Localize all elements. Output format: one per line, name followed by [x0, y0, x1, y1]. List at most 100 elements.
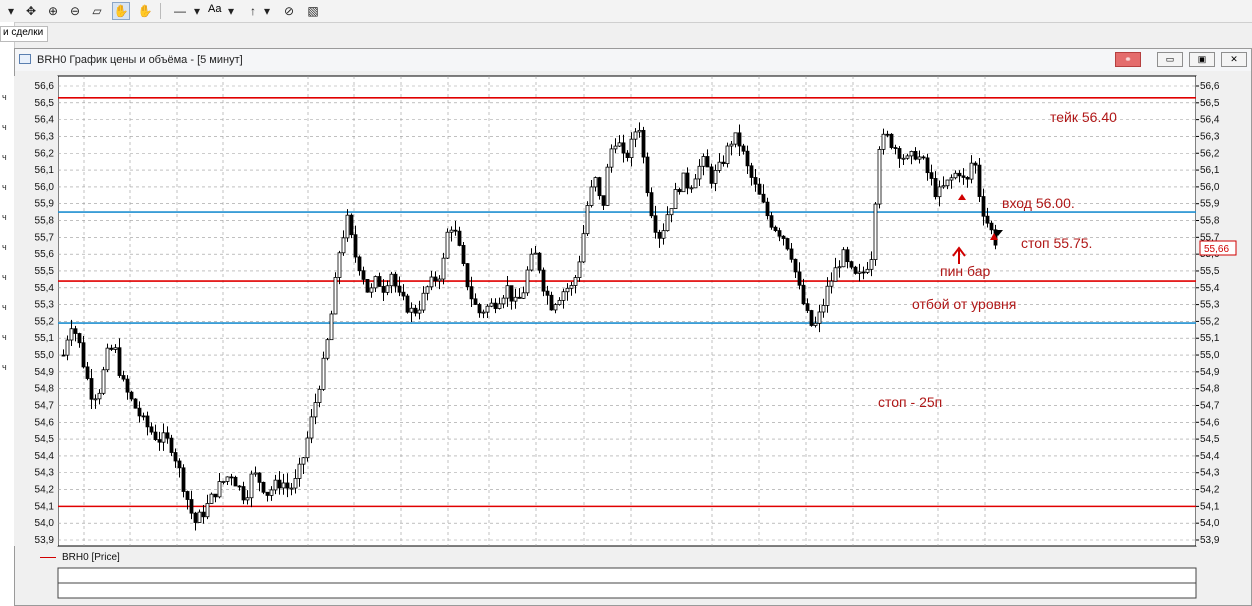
candle-body	[817, 311, 822, 324]
candle-body	[197, 511, 202, 523]
candle-body	[317, 388, 322, 403]
y-tick-label-right: 54,8	[1200, 384, 1220, 395]
candle-body	[641, 129, 646, 158]
candle-body	[141, 415, 146, 418]
y-tick-label-right: 54,5	[1200, 434, 1220, 445]
candle-body	[613, 145, 618, 150]
date-axis-row	[57, 582, 1197, 599]
candle-body	[109, 347, 114, 350]
y-tick-label-left: 54,8	[35, 384, 55, 395]
candle-body	[689, 187, 694, 190]
y-tick-label-right: 56,0	[1200, 182, 1220, 193]
candle-body	[461, 245, 466, 264]
candle-body	[165, 432, 170, 439]
candle-body	[913, 151, 918, 160]
y-tick-label-right: 54,0	[1200, 518, 1220, 529]
candle-body	[973, 162, 978, 166]
candle-body	[481, 311, 486, 314]
candle-body	[137, 407, 142, 417]
candle-body	[321, 357, 326, 390]
candle-body	[541, 269, 546, 292]
y-tick-label-left: 55,7	[35, 232, 55, 243]
y-tick-label-left: 55,2	[35, 316, 55, 327]
candle-body	[561, 291, 566, 301]
candle-body	[749, 165, 754, 178]
candle-body	[325, 339, 330, 359]
candle-body	[957, 172, 962, 177]
candle-body	[253, 472, 258, 475]
candle-body	[273, 479, 278, 491]
y-tick-label-right: 54,9	[1200, 367, 1220, 378]
annotation-stop-points: стоп - 25п	[878, 394, 942, 410]
candle-body	[369, 287, 374, 293]
candle-body	[205, 503, 210, 518]
candle-body	[985, 215, 990, 224]
candle-body	[801, 284, 806, 305]
candle-body	[745, 150, 750, 167]
y-tick-label-right: 53,9	[1200, 535, 1220, 546]
candle-body	[505, 285, 510, 299]
candle-body	[185, 491, 190, 500]
candle-body	[737, 132, 742, 147]
candle-body	[981, 196, 986, 217]
candle-body	[457, 230, 462, 246]
y-tick-label-left: 55,6	[35, 249, 55, 260]
candle-body	[421, 292, 426, 311]
annotation-take: тейк 56.40	[1050, 109, 1117, 125]
candle-body	[949, 177, 954, 181]
candle-body	[593, 177, 598, 188]
candle-body	[337, 252, 342, 278]
candle-body	[409, 307, 414, 313]
candle-body	[245, 497, 250, 501]
y-tick-label-right: 55,4	[1200, 283, 1220, 294]
candle-body	[533, 252, 538, 255]
candle-body	[669, 208, 674, 216]
candle-body	[605, 166, 610, 206]
candle-body	[785, 238, 790, 250]
candle-body	[433, 276, 438, 282]
candle-body	[965, 177, 970, 180]
candle-body	[977, 164, 982, 197]
candle-body	[477, 304, 482, 314]
y-tick-label-left: 56,2	[35, 148, 55, 159]
candle-body	[177, 460, 182, 469]
candle-body	[933, 178, 938, 198]
candle-body	[649, 192, 654, 217]
candle-body	[681, 172, 686, 193]
candle-body	[353, 234, 358, 258]
y-tick-label-right: 56,6	[1200, 81, 1220, 92]
y-tick-label-right: 55,2	[1200, 316, 1220, 327]
candle-body	[265, 491, 270, 496]
candle-body	[853, 266, 858, 274]
y-tick-label-left: 56,3	[35, 131, 55, 142]
candle-body	[345, 214, 350, 239]
candle-body	[429, 276, 434, 288]
candle-body	[361, 270, 366, 280]
candle-body	[793, 258, 798, 273]
candle-body	[193, 512, 198, 523]
candle-body	[929, 172, 934, 179]
candle-body	[73, 328, 78, 334]
candle-body	[861, 271, 866, 274]
candle-body	[609, 148, 614, 168]
y-tick-label-left: 56,6	[35, 81, 55, 92]
candle-body	[201, 511, 206, 518]
annotation-pin-bar: пин бар	[940, 263, 991, 279]
y-tick-label-right: 55,0	[1200, 350, 1220, 361]
candle-body	[469, 286, 474, 300]
candle-body	[657, 231, 662, 239]
candle-body	[221, 481, 226, 483]
candle-body	[313, 402, 318, 418]
candle-body	[241, 486, 246, 501]
candle-body	[917, 156, 922, 160]
candle-body	[953, 172, 958, 179]
candle-body	[377, 276, 382, 287]
candle-body	[333, 277, 338, 315]
y-tick-label-right: 56,5	[1200, 98, 1220, 109]
candle-body	[365, 279, 370, 293]
candle-body	[621, 142, 626, 154]
candle-body	[889, 133, 894, 148]
candle-body	[453, 229, 458, 232]
candle-body	[921, 156, 926, 159]
candle-body	[101, 369, 106, 394]
